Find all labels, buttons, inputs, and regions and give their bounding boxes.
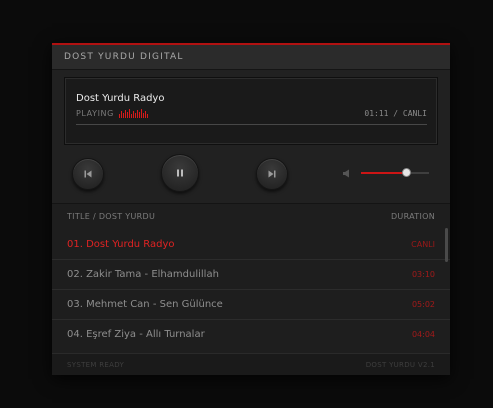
progress-bar[interactable]	[76, 124, 427, 125]
skip-previous-icon	[84, 170, 92, 178]
status-footer: SYSTEM READY DOST YURDU V2.1	[52, 353, 450, 375]
playback-status: PLAYING	[76, 109, 114, 118]
next-button[interactable]	[256, 158, 288, 190]
skip-next-icon	[268, 170, 276, 178]
volume-thumb[interactable]	[401, 168, 411, 177]
radio-player: DOST YURDU DIGITAL Dost Yurdu Radyo PLAY…	[52, 43, 450, 375]
pause-icon	[177, 169, 183, 177]
playback-time: 01:11 / CANLI	[364, 109, 427, 118]
playlist-title-header: TITLE / DOST YURDU	[67, 212, 156, 221]
playlist-item-duration: 05:02	[411, 300, 435, 309]
playlist-scrollbar[interactable]	[445, 228, 448, 262]
volume-level	[361, 172, 406, 174]
now-playing-title: Dost Yurdu Radyo	[76, 93, 165, 104]
playlist-item-duration: 03:10	[411, 270, 435, 279]
playlist-duration-header: DURATION	[390, 212, 435, 221]
playlist-item[interactable]: 04. Eşref Ziya - Allı Turnalar 04:04	[52, 319, 450, 349]
now-playing-display: Dost Yurdu Radyo PLAYING 01:11 / CANLI	[64, 77, 438, 145]
playlist-item[interactable]: 01. Dost Yurdu Radyo CANLI	[52, 229, 450, 259]
previous-button[interactable]	[72, 158, 104, 190]
transport-controls	[52, 145, 450, 203]
pause-button[interactable]	[161, 154, 199, 192]
equalizer-icon	[119, 109, 149, 118]
volume-icon[interactable]	[342, 169, 352, 178]
playlist-item[interactable]: 02. Zakir Tama - Elhamdulillah 03:10	[52, 259, 450, 289]
playlist-item[interactable]: 03. Mehmet Can - Sen Gülünce 05:02	[52, 289, 450, 319]
playlist-item-name: 02. Zakir Tama - Elhamdulillah	[67, 269, 219, 280]
playlist-item-duration: CANLI	[411, 240, 435, 249]
playlist-item-name: 03. Mehmet Can - Sen Gülünce	[67, 299, 223, 310]
system-status: SYSTEM READY	[67, 360, 125, 369]
player-header: DOST YURDU DIGITAL	[52, 45, 450, 70]
playlist-item-duration: 04:04	[411, 330, 435, 339]
volume-slider[interactable]	[361, 168, 429, 177]
playlist-item-name: 01. Dost Yurdu Radyo	[67, 239, 175, 250]
version-label: DOST YURDU V2.1	[365, 360, 435, 369]
playlist-header: TITLE / DOST YURDU DURATION	[52, 204, 450, 229]
playlist: TITLE / DOST YURDU DURATION 01. Dost Yur…	[52, 203, 450, 354]
player-title: DOST YURDU DIGITAL	[64, 52, 184, 62]
playlist-item-name: 04. Eşref Ziya - Allı Turnalar	[67, 329, 205, 340]
